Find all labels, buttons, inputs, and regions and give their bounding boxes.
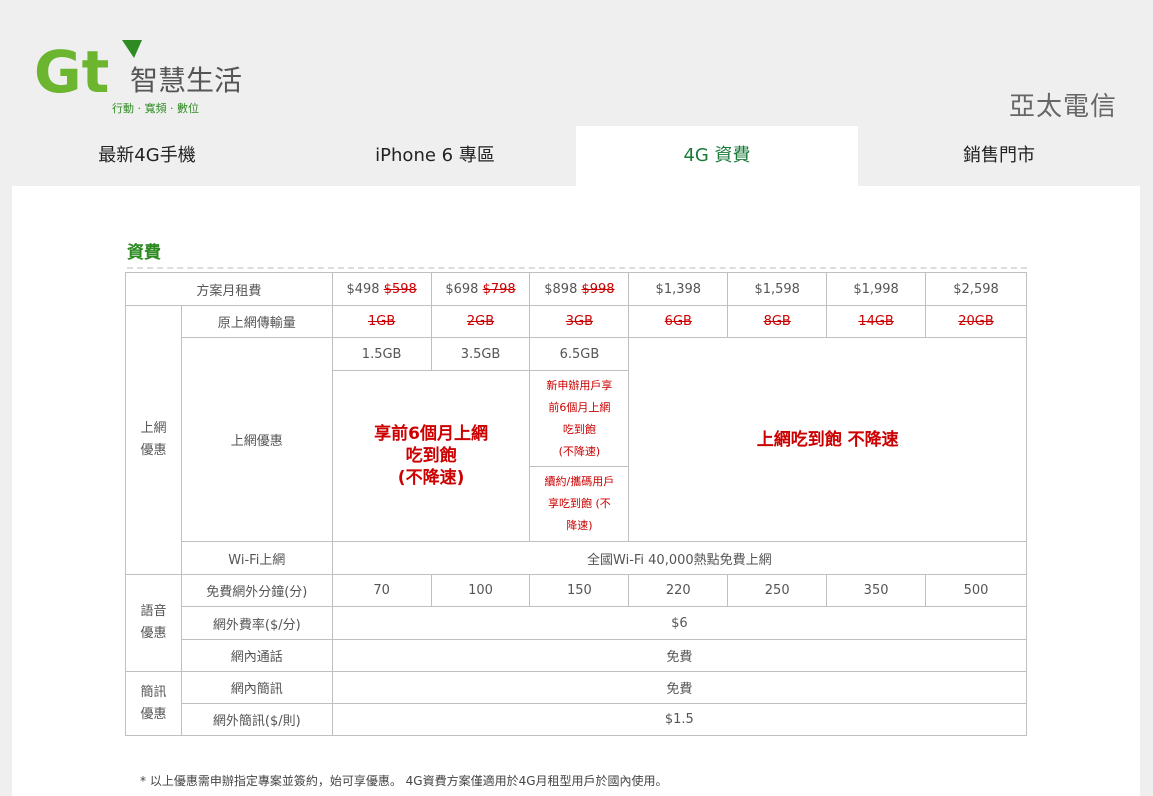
row-monthly-fee: 方案月租費 $498 $598 $698 $798 $898 $998 $1,3… xyxy=(125,272,1027,306)
row-label: 免費網外分鐘(分) xyxy=(180,574,333,607)
row-label: 網內通話 xyxy=(180,639,333,672)
row-label: 網外簡訊($/則) xyxy=(180,703,333,736)
price-cell: $698 $798 xyxy=(430,272,531,306)
logo-name: 智慧生活 xyxy=(130,64,242,97)
orig-data-cell: 20GB xyxy=(925,305,1027,338)
nav-tab-4g-phones[interactable]: 最新4G手機 xyxy=(0,126,294,186)
promo-first6: 享前6個月上網 吃到飽 (不降速) xyxy=(331,370,531,542)
row-label: 網內簡訊 xyxy=(180,671,333,704)
nav-tab-iphone6[interactable]: iPhone 6 專區 xyxy=(294,126,576,186)
promo-unlimited: 上網吃到飽 不降速 xyxy=(628,337,1027,542)
price-cell: $2,598 xyxy=(925,272,1027,306)
nav-tab-4g-rates[interactable]: 4G 資費 xyxy=(576,126,858,186)
orig-data-cell: 1GB xyxy=(331,305,432,338)
data-allowance-cell: 3.5GB xyxy=(430,337,531,371)
logo-accent-shape xyxy=(122,40,142,58)
orig-data-cell: 8GB xyxy=(727,305,828,338)
row-free-minutes: 語音 優惠 免費網外分鐘(分) 70 100 150 220 250 350 5… xyxy=(125,574,1027,672)
data-allowance-cell: 1.5GB xyxy=(331,337,432,371)
logo-mark: Gt xyxy=(34,38,109,106)
logo-tagline: 行動 · 寬頻 · 數位 xyxy=(112,101,199,115)
row-label: 原上網傳輸量 xyxy=(180,305,333,338)
nav-tab-stores[interactable]: 銷售門市 xyxy=(858,126,1140,186)
wifi-value: 全國Wi-Fi 40,000熱點免費上網 xyxy=(331,541,1028,575)
section-title: 資費 xyxy=(127,243,161,263)
section-divider xyxy=(127,267,1027,269)
gt-logo-icon: Gt 智慧生活 行動 · 寬頻 · 數位 xyxy=(34,38,242,115)
minutes-cell: 70 xyxy=(331,574,432,607)
price-cell: $1,998 xyxy=(826,272,927,306)
row-onnet-call: 網內通話 免費 xyxy=(126,639,1028,672)
onnet-sms-value: 免費 xyxy=(331,671,1028,704)
price-cell: $898 $998 xyxy=(529,272,630,306)
row-wifi: Wi-Fi上網 全國Wi-Fi 40,000熱點免費上網 xyxy=(126,541,1028,575)
promo-renew: 續約/攜碼用戶 享吃到飽 (不 降速) xyxy=(529,466,630,542)
orig-data-cell: 2GB xyxy=(430,305,531,338)
site-header: Gt 智慧生活 行動 · 寬頻 · 數位 亞太電信 xyxy=(0,0,1153,126)
minutes-cell: 220 xyxy=(628,574,729,607)
group-sms-label: 簡訊 優惠 xyxy=(125,671,182,736)
minutes-cell: 350 xyxy=(826,574,927,607)
brand-name: 亞太電信 xyxy=(1008,92,1117,122)
main-nav: 最新4G手機 iPhone 6 專區 4G 資費 銷售門市 xyxy=(0,126,1153,186)
price-cell: $498 $598 xyxy=(331,272,432,306)
footnote: * 以上優惠需申辦指定專案並簽約，始可享優惠。 4G資費方案僅適用於4G月租型用… xyxy=(140,774,668,788)
group-voice-label: 語音 優惠 xyxy=(125,574,182,672)
row-orig-data: 上網 優惠 原上網傳輸量 1GB 2GB 3GB 6GB 8GB 14GB 20… xyxy=(125,305,1027,575)
minutes-cell: 250 xyxy=(727,574,828,607)
row-label: 網外費率($/分) xyxy=(180,606,333,640)
orig-data-cell: 14GB xyxy=(826,305,927,338)
row-label: 上網優惠 xyxy=(180,337,333,542)
row-offnet-sms: 網外簡訊($/則) $1.5 xyxy=(126,703,1028,736)
offnet-rate-value: $6 xyxy=(331,606,1028,640)
minutes-cell: 500 xyxy=(925,574,1027,607)
data-allowance-cell: 6.5GB xyxy=(529,337,630,371)
row-onnet-sms: 簡訊 優惠 網內簡訊 免費 xyxy=(125,671,1028,736)
offnet-sms-value: $1.5 xyxy=(331,703,1028,736)
promo-new-user: 新申辦用戶享 前6個月上網 吃到飽 (不降速) xyxy=(529,370,630,467)
row-label: Wi-Fi上網 xyxy=(180,541,333,575)
row-label: 方案月租費 xyxy=(125,272,333,306)
price-cell: $1,598 xyxy=(727,272,828,306)
rate-table: 方案月租費 $498 $598 $698 $798 $898 $998 $1,3… xyxy=(125,272,1028,736)
price-cell: $1,398 xyxy=(628,272,729,306)
gt-logo[interactable]: Gt 智慧生活 行動 · 寬頻 · 數位 xyxy=(34,34,254,118)
minutes-cell: 150 xyxy=(529,574,630,607)
onnet-call-value: 免費 xyxy=(331,639,1028,672)
group-internet-label: 上網 優惠 xyxy=(125,305,182,575)
row-offnet-rate: 網外費率($/分) $6 xyxy=(126,606,1028,640)
row-data-allowance: 上網優惠 1.5GB 3.5GB 6.5GB 上網吃到飽 不降速 xyxy=(126,337,1027,542)
orig-data-cell: 3GB xyxy=(529,305,630,338)
minutes-cell: 100 xyxy=(430,574,531,607)
orig-data-cell: 6GB xyxy=(628,305,729,338)
